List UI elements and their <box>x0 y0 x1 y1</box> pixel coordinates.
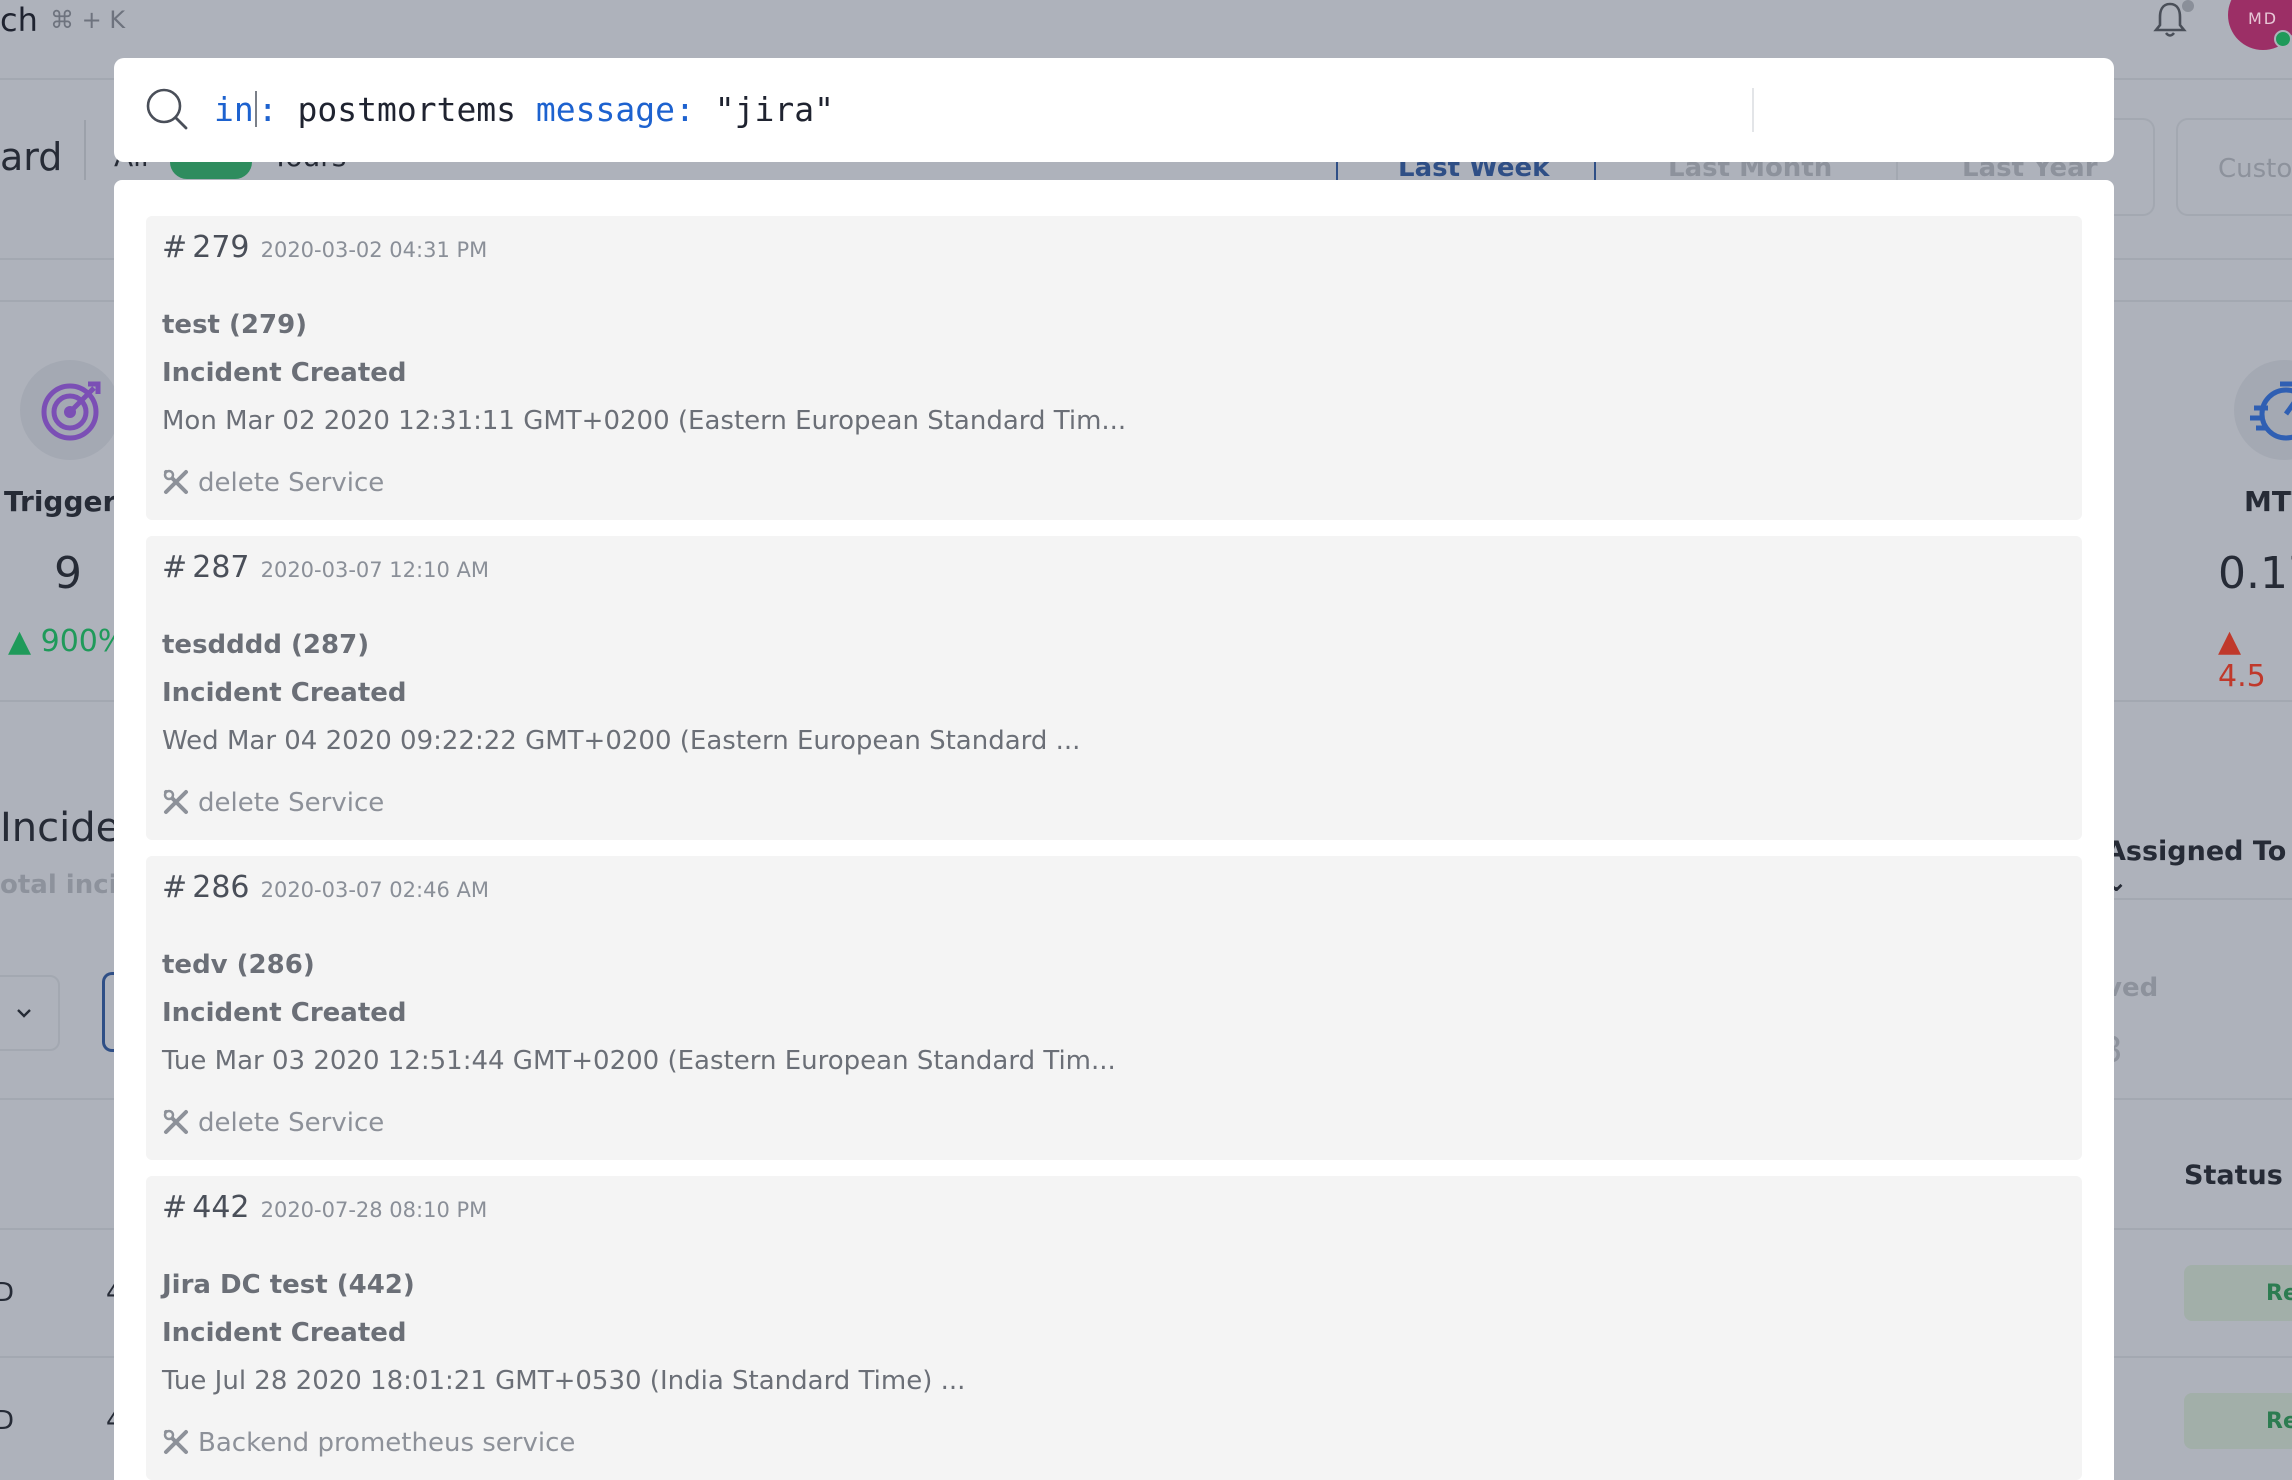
incidents-heading: Incide <box>0 805 121 851</box>
stat-icon-circle <box>2234 360 2292 460</box>
search-icon <box>146 88 188 130</box>
result-header: # 442 2020-07-28 08:10 PM <box>162 1190 487 1225</box>
notification-dot <box>2182 0 2194 12</box>
result-date: 2020-03-07 12:10 AM <box>260 558 489 582</box>
result-message: Mon Mar 02 2020 12:31:11 GMT+0200 (Easte… <box>162 406 1127 436</box>
stat-icon-circle <box>20 360 120 460</box>
result-title: tesdddd (287) <box>162 630 370 660</box>
global-search-label[interactable]: ch <box>0 0 38 40</box>
result-service-name: delete Service <box>198 468 385 498</box>
result-number: 287 <box>192 550 250 585</box>
stat-value-mtt: 0.17 <box>2218 548 2292 599</box>
stopwatch-icon <box>2250 381 2292 441</box>
status-column-header: Status <box>2184 1160 2283 1191</box>
result-title: Jira DC test (442) <box>162 1270 415 1300</box>
search-shortcut-hint: ⌘ + K <box>50 6 126 34</box>
chevron-down-icon <box>17 1009 31 1018</box>
result-service: delete Service <box>162 468 384 498</box>
result-item[interactable]: # 286 2020-03-07 02:46 AM tedv (286) Inc… <box>146 856 2082 1160</box>
search-results-panel: # 279 2020-03-02 04:31 PM test (279) Inc… <box>114 180 2114 1480</box>
result-service-name: delete Service <box>198 788 385 818</box>
result-event: Incident Created <box>162 358 407 388</box>
filter-dropdown[interactable] <box>0 975 60 1051</box>
result-title: test (279) <box>162 310 308 340</box>
online-status-dot <box>2274 30 2292 48</box>
result-hash: # <box>162 550 188 585</box>
table-cell: D <box>0 1406 15 1436</box>
result-service: delete Service <box>162 788 384 818</box>
result-item[interactable]: # 279 2020-03-02 04:31 PM test (279) Inc… <box>146 216 2082 520</box>
result-date: 2020-07-28 08:10 PM <box>260 1198 488 1222</box>
text-caret <box>254 91 257 127</box>
wrench-cross-icon <box>163 1429 188 1454</box>
result-event: Incident Created <box>162 998 407 1028</box>
stat-label-mtt: MTT <box>2244 485 2292 518</box>
result-header: # 287 2020-03-07 12:10 AM <box>162 550 489 585</box>
stat-value-triggered: 9 <box>54 548 82 599</box>
result-date: 2020-03-07 02:46 AM <box>260 878 489 902</box>
wrench-cross-icon <box>163 1109 188 1134</box>
result-event: Incident Created <box>162 678 407 708</box>
result-service: delete Service <box>162 1108 384 1138</box>
result-number: 286 <box>192 870 250 905</box>
tab-custom[interactable]: Custo <box>2176 118 2292 216</box>
result-message: Tue Mar 03 2020 12:51:44 GMT+0200 (Easte… <box>162 1046 1116 1076</box>
result-hash: # <box>162 870 188 905</box>
result-item[interactable]: # 287 2020-03-07 12:10 AM tesdddd (287) … <box>146 536 2082 840</box>
assigned-to-label: Assigned To <box>2105 836 2287 867</box>
stat-delta-mtt: ▲ 4.5 <box>2218 624 2266 694</box>
wrench-cross-icon <box>163 469 188 494</box>
table-cell: D <box>0 1278 15 1308</box>
result-service-name: delete Service <box>198 1108 385 1138</box>
result-hash: # <box>162 230 188 265</box>
query-value: "jira" <box>714 90 834 129</box>
search-separator <box>1752 88 1754 132</box>
result-number: 442 <box>192 1190 250 1225</box>
page-title: ard <box>0 135 63 179</box>
query-value: postmortems <box>297 90 536 129</box>
search-bar[interactable]: in: postmortems message: "jira" <box>114 58 2114 162</box>
result-service-name: Backend prometheus service <box>198 1428 576 1458</box>
result-header: # 279 2020-03-02 04:31 PM <box>162 230 487 265</box>
wrench-cross-icon <box>163 789 188 814</box>
result-date: 2020-03-02 04:31 PM <box>260 238 488 262</box>
tab-custom-label: Custo <box>2218 154 2292 184</box>
divider <box>2100 898 2292 900</box>
divider <box>84 120 86 180</box>
result-message: Wed Mar 04 2020 09:22:22 GMT+0200 (Easte… <box>162 726 1081 756</box>
assigned-to-filter[interactable]: Assigned To ⌄ <box>2105 836 2292 898</box>
result-title: tedv (286) <box>162 950 315 980</box>
target-icon <box>41 381 101 441</box>
result-hash: # <box>162 1190 188 1225</box>
status-badge: Re <box>2184 1265 2292 1321</box>
stat-delta-value: 4.5 <box>2218 659 2266 694</box>
query-keyword: : <box>257 90 298 129</box>
stat-delta-triggered: ▲ 900% <box>8 624 127 659</box>
query-keyword: message: <box>535 90 715 129</box>
status-badge: Re <box>2184 1393 2292 1449</box>
result-header: # 286 2020-03-07 02:46 AM <box>162 870 489 905</box>
result-message: Tue Jul 28 2020 18:01:21 GMT+0530 (India… <box>162 1366 966 1396</box>
result-number: 279 <box>192 230 250 265</box>
search-input[interactable]: in: postmortems message: "jira" <box>214 88 834 132</box>
result-service: Backend prometheus service <box>162 1428 575 1458</box>
result-event: Incident Created <box>162 1318 407 1348</box>
result-item[interactable]: # 442 2020-07-28 08:10 PM Jira DC test (… <box>146 1176 2082 1480</box>
query-keyword: in <box>214 90 254 129</box>
